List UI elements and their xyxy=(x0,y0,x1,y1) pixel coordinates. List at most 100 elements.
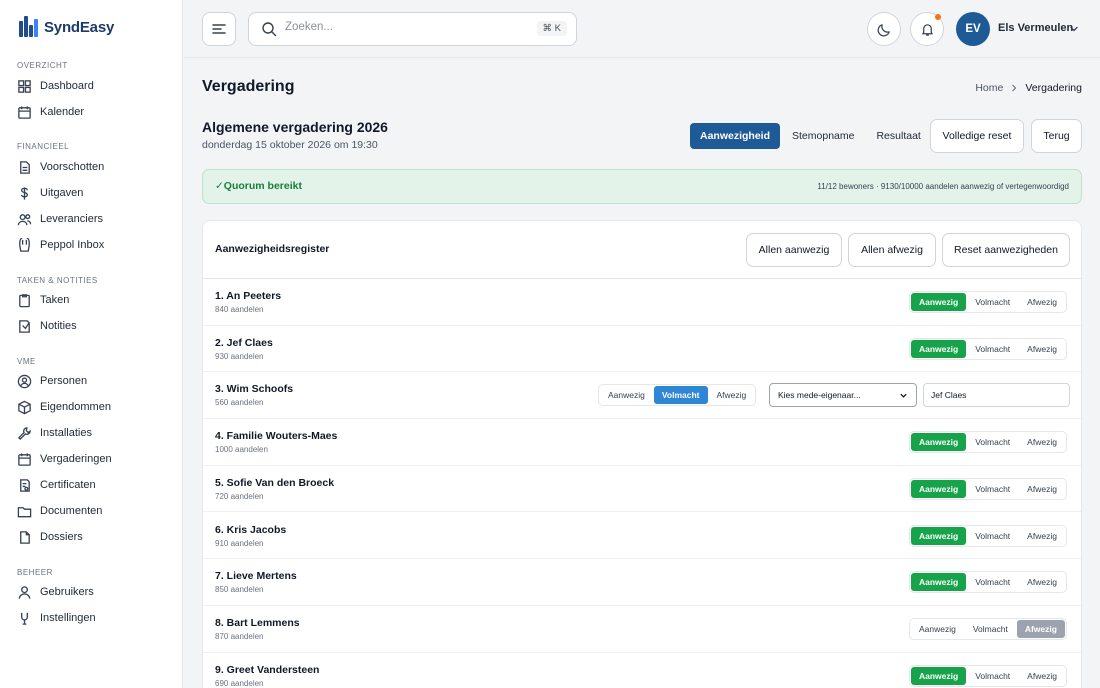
owner-name: 6. Kris Jacobs xyxy=(215,523,287,536)
status-option-volmacht[interactable]: Volmacht xyxy=(965,620,1016,638)
breadcrumb: Home Vergadering xyxy=(975,82,1082,94)
wrench-icon xyxy=(17,426,31,440)
sidebar-item-vergaderingen[interactable]: Vergaderingen xyxy=(17,449,112,469)
theme-toggle-button[interactable] xyxy=(867,12,901,46)
owner-shares: 840 aandelen xyxy=(215,305,264,314)
tab-aanwezigheid[interactable]: Aanwezigheid xyxy=(690,123,781,149)
owner-shares: 690 aandelen xyxy=(215,678,264,688)
sidebar-item-instellingen[interactable]: Instellingen xyxy=(17,608,96,628)
proxy-holder-input[interactable] xyxy=(923,383,1070,408)
status-option-aanwezig[interactable]: Aanwezig xyxy=(911,620,964,638)
all-absent-button[interactable]: Allen afwezig xyxy=(848,233,936,267)
status-option-afwezig[interactable]: Afwezig xyxy=(1016,619,1065,638)
status-option-afwezig[interactable]: Afwezig xyxy=(1019,480,1065,498)
breadcrumb-home[interactable]: Home xyxy=(975,82,1003,94)
status-option-aanwezig[interactable]: Aanwezig xyxy=(911,573,967,592)
status-option-volmacht[interactable]: Volmacht xyxy=(653,386,708,405)
status-option-aanwezig[interactable]: Aanwezig xyxy=(911,666,967,685)
attendance-toggle: Aanwezig Volmacht Afwezig xyxy=(909,617,1067,640)
status-option-afwezig[interactable]: Afwezig xyxy=(709,386,755,404)
attendance-toggle: Aanwezig Volmacht Afwezig xyxy=(909,431,1067,454)
sidebar-item-certificaten[interactable]: Certificaten xyxy=(17,475,96,495)
full-reset-button[interactable]: Volledige reset xyxy=(930,119,1024,153)
table-row: 5. Sofie Van den Broeck 720 aandelen Aanwe… xyxy=(203,466,1081,513)
sidebar-item-label: Documenten xyxy=(40,505,103,517)
status-option-afwezig[interactable]: Afwezig xyxy=(1019,667,1065,685)
status-option-aanwezig[interactable]: Aanwezig xyxy=(911,526,967,545)
logo-icon xyxy=(18,15,38,39)
sidebar-item-gebruikers[interactable]: Gebruikers xyxy=(17,582,94,602)
owner-name: 4. Familie Wouters-Maes xyxy=(215,430,338,443)
sidebar-item-label: Dashboard xyxy=(40,80,94,92)
status-option-volmacht[interactable]: Volmacht xyxy=(967,573,1018,591)
status-option-volmacht[interactable]: Volmacht xyxy=(967,480,1018,498)
notifications-button[interactable] xyxy=(910,12,944,46)
search-box[interactable]: ⌘ K xyxy=(248,12,577,46)
owner-name: 8. Bart Lemmens xyxy=(215,616,300,629)
sidebar-item-installaties[interactable]: Installaties xyxy=(17,423,92,443)
sidebar-item-dossiers[interactable]: Dossiers xyxy=(17,527,83,547)
user-name[interactable]: Els Vermeulen xyxy=(998,22,1073,34)
status-option-aanwezig[interactable]: Aanwezig xyxy=(911,293,967,311)
attendance-toggle: Aanwezig Volmacht Afwezig xyxy=(909,524,1067,547)
sidebar-item-personen[interactable]: Personen xyxy=(17,371,87,391)
sidebar-item-eigendommen[interactable]: Eigendommen xyxy=(17,397,111,417)
tab-resultaat[interactable]: Resultaat xyxy=(866,123,930,149)
status-option-volmacht[interactable]: Volmacht xyxy=(967,293,1018,311)
chevron-down-icon xyxy=(900,393,907,398)
back-button[interactable]: Terug xyxy=(1031,119,1082,153)
attendance-toggle: Aanwezig Volmacht Afwezig xyxy=(909,337,1067,360)
owner-name: 1. An Peeters xyxy=(215,290,282,302)
status-option-afwezig[interactable]: Afwezig xyxy=(1019,527,1065,545)
search-input[interactable] xyxy=(285,21,525,33)
status-option-aanwezig[interactable]: Aanwezig xyxy=(911,339,967,358)
status-option-aanwezig[interactable]: Aanwezig xyxy=(911,433,967,452)
status-option-afwezig[interactable]: Afwezig xyxy=(1019,433,1065,451)
owner-name: 7. Lieve Mertens xyxy=(215,570,297,583)
status-option-afwezig[interactable]: Afwezig xyxy=(1019,340,1065,358)
status-option-volmacht[interactable]: Volmacht xyxy=(967,667,1018,685)
sidebar-item-notities[interactable]: Notities xyxy=(17,316,77,336)
sidebar-item-uitgaven[interactable]: Uitgaven xyxy=(17,183,83,203)
sidebar-item-leveranciers[interactable]: Leveranciers xyxy=(17,209,103,229)
attendance-toggle: Aanwezig Volmacht Afwezig xyxy=(909,477,1067,500)
quorum-status: ✓Quorum bereikt xyxy=(215,180,302,192)
chevron-down-icon[interactable] xyxy=(1069,24,1079,34)
attendance-toggle: Aanwezig Volmacht Afwezig xyxy=(598,384,757,407)
note-icon xyxy=(19,319,30,333)
sidebar-item-documenten[interactable]: Documenten xyxy=(17,501,102,521)
sidebar-item-label: Personen xyxy=(40,375,88,387)
breadcrumb-current: Vergadering xyxy=(1025,82,1082,94)
proxy-owner-select[interactable]: Kies mede-eigenaar... xyxy=(769,383,917,408)
clipboard-icon xyxy=(19,293,30,307)
owner-shares: 930 aandelen xyxy=(215,351,264,361)
owner-shares: 720 aandelen xyxy=(215,491,264,501)
nav-section-label: BEHEER xyxy=(17,568,53,577)
app-logo[interactable]: SyndEasy xyxy=(18,15,114,39)
sidebar: SyndEasy OVERZICHT Dashboard Kalender FINAN… xyxy=(0,0,183,688)
table-row: 6. Kris Jacobs 910 aandelen Aanwezig Volmac… xyxy=(203,513,1081,560)
sidebar-item-kalender[interactable]: Kalender xyxy=(17,102,84,122)
avatar[interactable]: EV xyxy=(956,12,990,46)
user-icon xyxy=(18,585,31,599)
sidebar-item-voorschotten[interactable]: Voorschotten xyxy=(17,157,104,177)
sidebar-item-peppol-inbox[interactable]: Peppol Inbox xyxy=(17,235,104,255)
menu-toggle-button[interactable] xyxy=(202,12,236,46)
table-row: 2. Jef Claes 930 aandelen Aanwezig Volmacht… xyxy=(203,326,1081,373)
sidebar-item-taken[interactable]: Taken xyxy=(17,290,69,310)
status-option-afwezig[interactable]: Afwezig xyxy=(1019,293,1065,311)
sidebar-item-dashboard[interactable]: Dashboard xyxy=(17,76,94,96)
status-option-afwezig[interactable]: Afwezig xyxy=(1019,573,1065,591)
reset-attendance-button[interactable]: Reset aanwezigheden xyxy=(942,233,1070,267)
status-option-aanwezig[interactable]: Aanwezig xyxy=(911,479,967,498)
sidebar-item-label: Certificaten xyxy=(40,479,96,491)
status-option-aanwezig[interactable]: Aanwezig xyxy=(600,386,653,404)
status-option-volmacht[interactable]: Volmacht xyxy=(967,433,1018,451)
sidebar-item-label: Notities xyxy=(40,320,77,332)
tab-stemopname[interactable]: Stemopname xyxy=(782,123,864,149)
status-option-volmacht[interactable]: Volmacht xyxy=(967,527,1018,545)
status-option-volmacht[interactable]: Volmacht xyxy=(967,340,1018,358)
nav-section-label: VME xyxy=(17,357,36,366)
all-present-button[interactable]: Allen aanwezig xyxy=(746,233,842,267)
sidebar-item-label: Instellingen xyxy=(40,612,96,624)
